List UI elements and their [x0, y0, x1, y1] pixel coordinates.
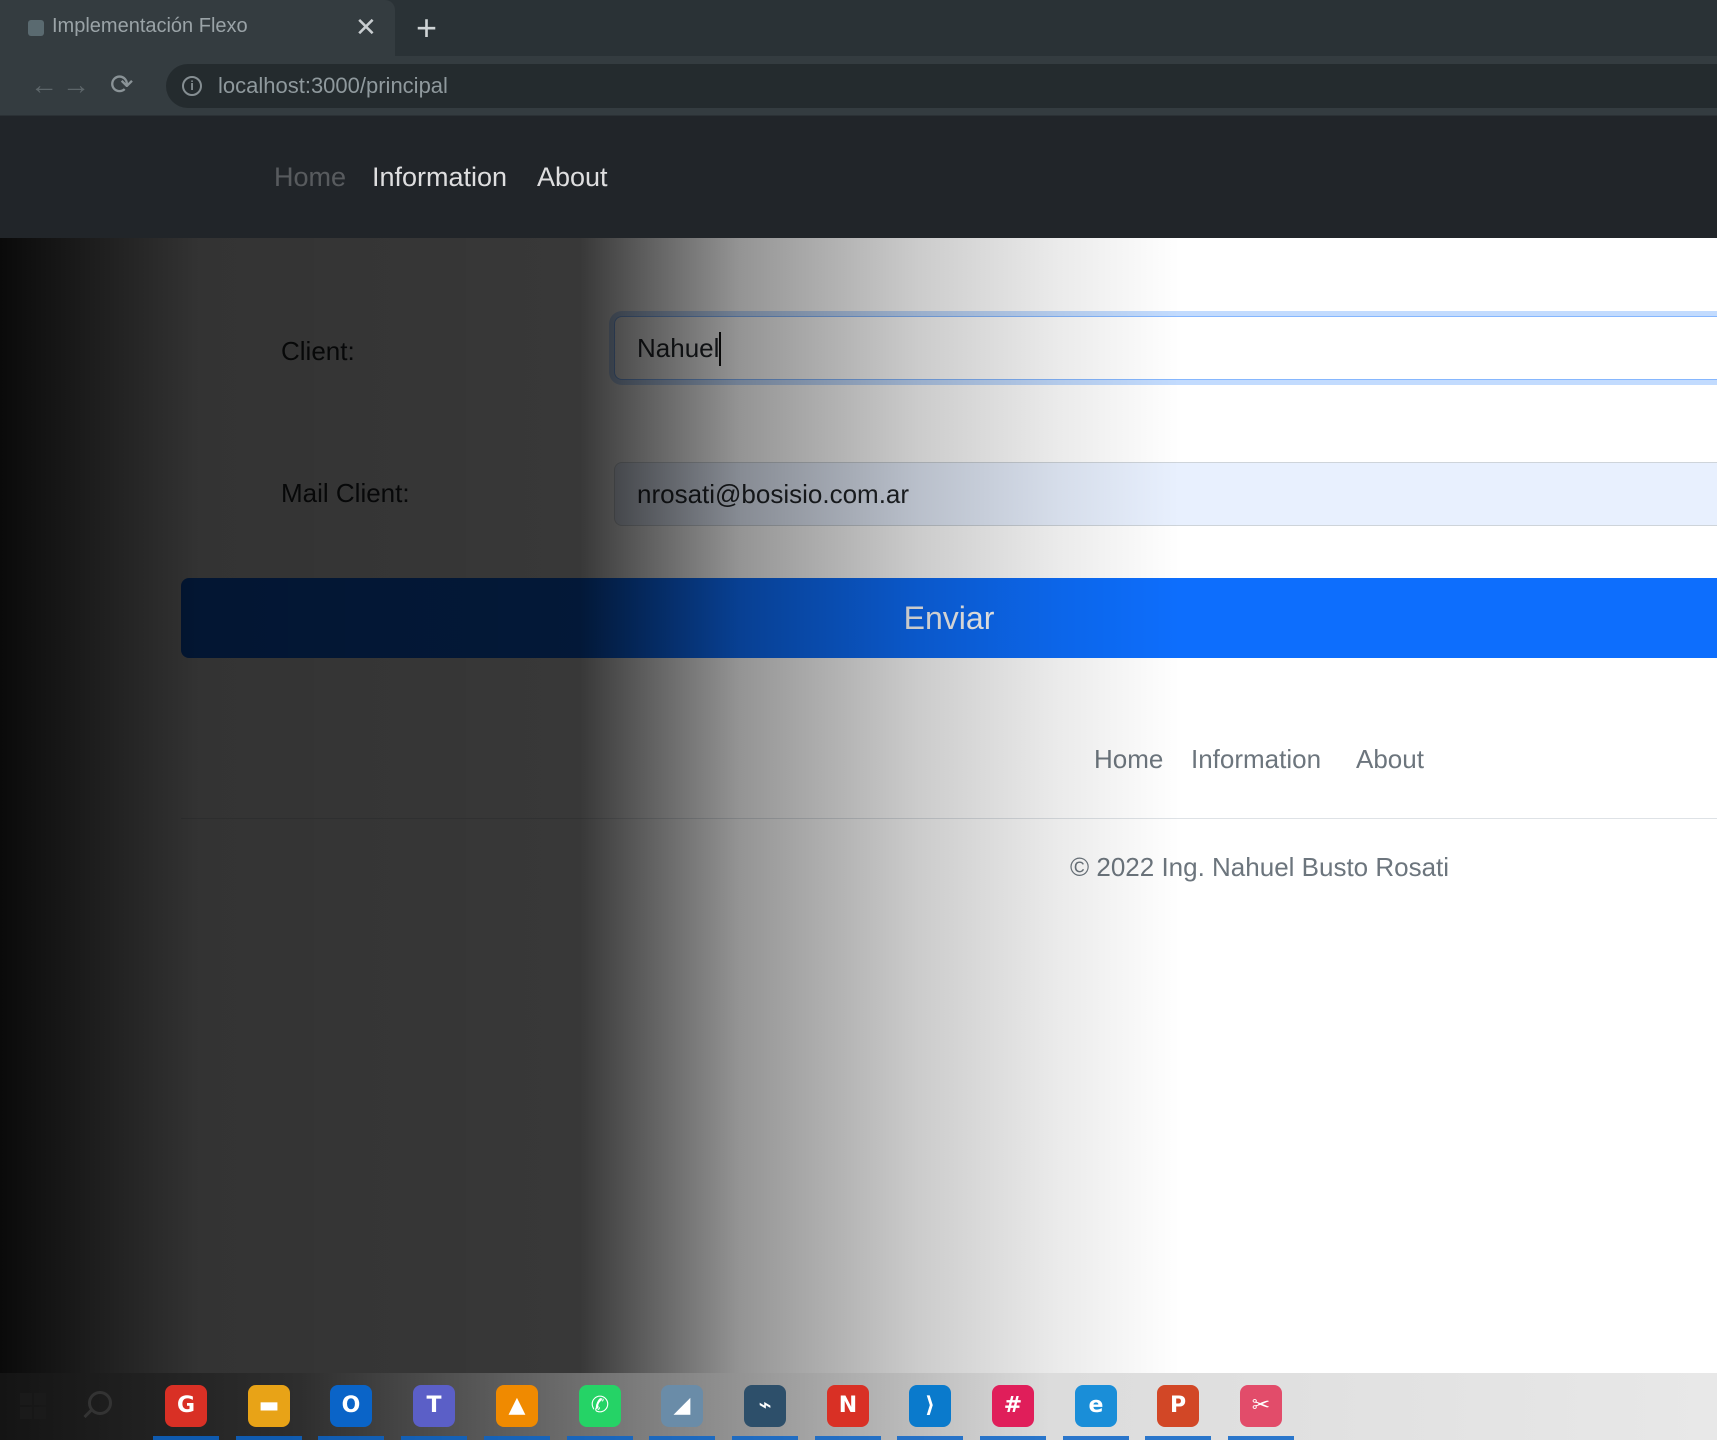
teams-icon[interactable]: T — [413, 1385, 455, 1427]
browser-address-bar: ← → ⟳ i localhost:3000/principal — [0, 56, 1717, 116]
taskbar-running-indicator — [980, 1436, 1046, 1440]
slack-icon[interactable]: # — [992, 1385, 1034, 1427]
browser-tab-bar: Implementación Flexo ✕ + — [0, 0, 1717, 56]
search-icon[interactable] — [88, 1391, 112, 1415]
taskbar-running-indicator — [1145, 1436, 1211, 1440]
chrome-icon[interactable]: G — [165, 1385, 207, 1427]
windows-start-icon[interactable] — [20, 1393, 46, 1419]
footer-link-home[interactable]: Home — [1094, 744, 1163, 775]
client-label: Client: — [281, 336, 355, 366]
taskbar-running-indicator — [732, 1436, 798, 1440]
tab-title: Implementación Flexo — [52, 15, 248, 37]
footer-link-information[interactable]: Information — [1191, 744, 1321, 775]
footer-link-about[interactable]: About — [1356, 744, 1424, 775]
url-text[interactable]: localhost:3000/principal — [218, 73, 448, 99]
omnibox[interactable]: i localhost:3000/principal — [166, 64, 1717, 108]
nav-link-home[interactable]: Home — [274, 162, 346, 193]
taskbar-running-indicator — [236, 1436, 302, 1440]
vlc-icon[interactable]: ▲ — [496, 1385, 538, 1427]
new-tab-icon[interactable]: + — [416, 8, 437, 48]
notes-icon[interactable]: ◢ — [661, 1385, 703, 1427]
mysql-workbench-icon[interactable]: ⌁ — [744, 1385, 786, 1427]
taskbar-running-indicator — [153, 1436, 219, 1440]
back-arrow-icon[interactable]: ← — [30, 68, 58, 102]
site-navbar: Home Information About — [0, 116, 1717, 238]
windows-taskbar: G ▬ O T ▲ ✆ ◢ ⌁ N ⟩ # e P ✂ — [0, 1373, 1717, 1440]
text-caret — [719, 332, 721, 366]
taskbar-running-indicator — [401, 1436, 467, 1440]
taskbar-running-indicator — [897, 1436, 963, 1440]
forward-arrow-icon[interactable]: → — [62, 68, 90, 102]
footer-divider — [181, 818, 1717, 819]
edge-icon[interactable]: e — [1075, 1385, 1117, 1427]
whatsapp-icon[interactable]: ✆ — [579, 1385, 621, 1427]
tab-favicon-icon — [28, 20, 44, 36]
taskbar-running-indicator — [1063, 1436, 1129, 1440]
powerpoint-icon[interactable]: P — [1157, 1385, 1199, 1427]
screen: Implementación Flexo ✕ + ← → ⟳ i localho… — [0, 0, 1717, 1440]
file-explorer-icon[interactable]: ▬ — [248, 1385, 290, 1427]
taskbar-running-indicator — [484, 1436, 550, 1440]
snipping-tool-icon[interactable]: ✂ — [1240, 1385, 1282, 1427]
nav-link-information[interactable]: Information — [372, 162, 507, 193]
enviar-button[interactable]: Enviar — [181, 578, 1717, 658]
mail-client-label: Mail Client: — [281, 478, 410, 508]
mail-client-input[interactable] — [614, 462, 1717, 526]
taskbar-running-indicator — [567, 1436, 633, 1440]
nav-link-about[interactable]: About — [537, 162, 608, 193]
taskbar-running-indicator — [649, 1436, 715, 1440]
taskbar-running-indicator — [1228, 1436, 1294, 1440]
taskbar-running-indicator — [318, 1436, 384, 1440]
site-info-icon[interactable]: i — [182, 76, 202, 96]
reload-icon[interactable]: ⟳ — [110, 68, 133, 102]
client-input[interactable] — [614, 316, 1717, 380]
outlook-icon[interactable]: O — [330, 1385, 372, 1427]
copyright-text: © 2022 Ing. Nahuel Busto Rosati — [1070, 852, 1450, 882]
browser-tab[interactable]: Implementación Flexo ✕ — [0, 0, 395, 56]
vscode-icon[interactable]: ⟩ — [909, 1385, 951, 1427]
tab-close-icon[interactable]: ✕ — [355, 12, 377, 42]
dark-gradient-overlay — [0, 238, 1717, 1373]
chrome-profile-icon[interactable]: N — [827, 1385, 869, 1427]
taskbar-running-indicator — [815, 1436, 881, 1440]
